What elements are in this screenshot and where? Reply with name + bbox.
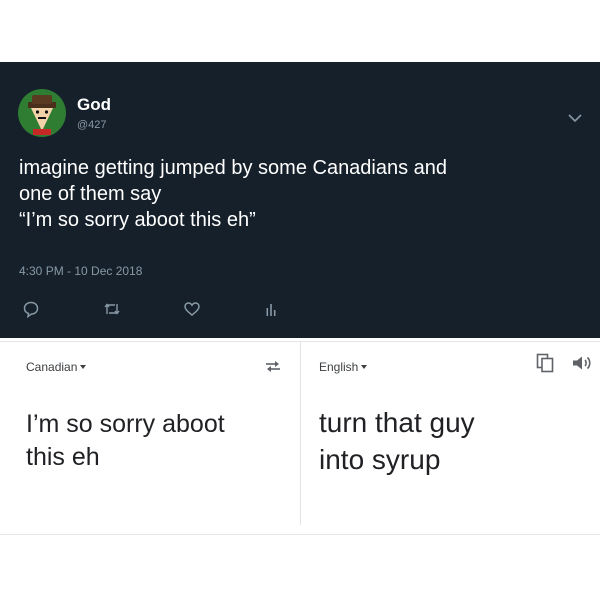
translated-text-line: turn that guy — [319, 407, 475, 438]
translated-text-line: into syrup — [319, 444, 441, 475]
reply-icon[interactable] — [22, 300, 40, 318]
source-text-line: this eh — [26, 443, 100, 471]
caret-down-icon — [361, 365, 368, 369]
tweet-text-line: imagine getting jumped by some Canadians… — [19, 157, 448, 179]
copy-icon[interactable] — [536, 353, 554, 373]
tweet-text-line: “I’m so sorry aboot this eh” — [19, 209, 256, 231]
like-icon[interactable] — [183, 300, 201, 318]
chevron-down-icon[interactable] — [566, 112, 584, 124]
source-text-line: I’m so sorry aboot — [26, 410, 225, 438]
avatar[interactable] — [18, 89, 66, 137]
analytics-icon[interactable] — [262, 300, 280, 318]
source-language-label: Canadian — [26, 360, 78, 374]
translator-column-divider — [300, 342, 301, 525]
tweet-text: imagine getting jumped by some Canadians… — [19, 155, 579, 233]
tweet-text-line: one of them say — [19, 183, 162, 205]
speaker-icon[interactable] — [571, 354, 593, 372]
target-language-label: English — [319, 360, 359, 374]
target-language-select[interactable]: English — [319, 360, 368, 374]
translated-text: turn that guy into syrup — [319, 404, 589, 478]
translator-bottom-divider — [0, 534, 600, 535]
caret-down-icon — [80, 365, 87, 369]
author-name[interactable]: God — [77, 95, 111, 115]
author-handle[interactable]: @427 — [77, 119, 107, 131]
source-text[interactable]: I’m so sorry aboot this eh — [26, 408, 286, 474]
source-language-select[interactable]: Canadian — [26, 360, 87, 374]
swap-languages-icon[interactable] — [262, 358, 284, 374]
retweet-icon[interactable] — [103, 300, 121, 318]
tweet-card: God @427 imagine getting jumped by some … — [0, 62, 600, 338]
tweet-timestamp[interactable]: 4:30 PM - 10 Dec 2018 — [19, 264, 142, 278]
